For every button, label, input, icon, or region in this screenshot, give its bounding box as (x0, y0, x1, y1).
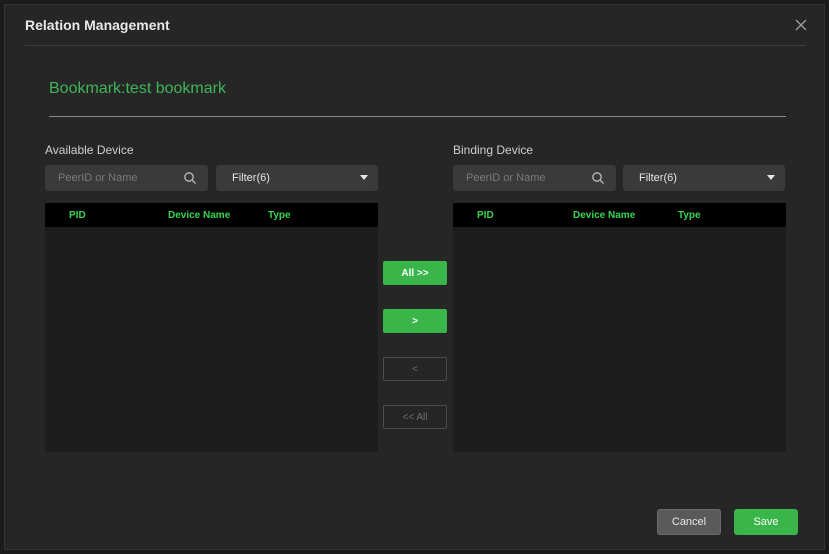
dialog-title: Relation Management (25, 17, 170, 33)
cancel-button[interactable]: Cancel (657, 509, 721, 535)
column-header-device-name[interactable]: Device Name (573, 210, 635, 221)
binding-search-box (453, 165, 616, 191)
save-button[interactable]: Save (734, 509, 798, 535)
available-search-box (45, 165, 208, 191)
binding-table-header: PID Device Name Type (453, 203, 786, 227)
column-header-device-name[interactable]: Device Name (168, 210, 230, 221)
title-divider (25, 45, 806, 46)
binding-device-table: PID Device Name Type (453, 203, 786, 452)
column-header-pid[interactable]: PID (69, 210, 86, 221)
column-header-type[interactable]: Type (678, 210, 701, 221)
bookmark-divider (49, 116, 786, 117)
available-table-body (45, 227, 378, 452)
move-all-right-button[interactable]: All >> (383, 261, 447, 285)
search-icon[interactable] (591, 171, 605, 185)
available-filter-label: Filter(6) (232, 172, 270, 184)
binding-table-body (453, 227, 786, 452)
binding-search-input[interactable] (453, 165, 588, 191)
caret-down-icon (767, 175, 775, 180)
close-icon[interactable] (793, 17, 809, 33)
move-left-button[interactable]: < (383, 357, 447, 381)
bookmark-title: Bookmark:test bookmark (49, 80, 226, 97)
move-right-button[interactable]: > (383, 309, 447, 333)
relation-management-dialog: Relation Management Bookmark:test bookma… (4, 4, 825, 550)
column-header-pid[interactable]: PID (477, 210, 494, 221)
available-filter-dropdown[interactable]: Filter(6) (216, 165, 378, 191)
binding-device-label: Binding Device (453, 143, 534, 157)
available-device-label: Available Device (45, 143, 134, 157)
move-all-left-button[interactable]: << All (383, 405, 447, 429)
search-icon[interactable] (183, 171, 197, 185)
binding-filter-label: Filter(6) (639, 172, 677, 184)
available-search-input[interactable] (45, 165, 180, 191)
available-device-table: PID Device Name Type (45, 203, 378, 452)
available-table-header: PID Device Name Type (45, 203, 378, 227)
binding-filter-dropdown[interactable]: Filter(6) (623, 165, 785, 191)
column-header-type[interactable]: Type (268, 210, 291, 221)
caret-down-icon (360, 175, 368, 180)
